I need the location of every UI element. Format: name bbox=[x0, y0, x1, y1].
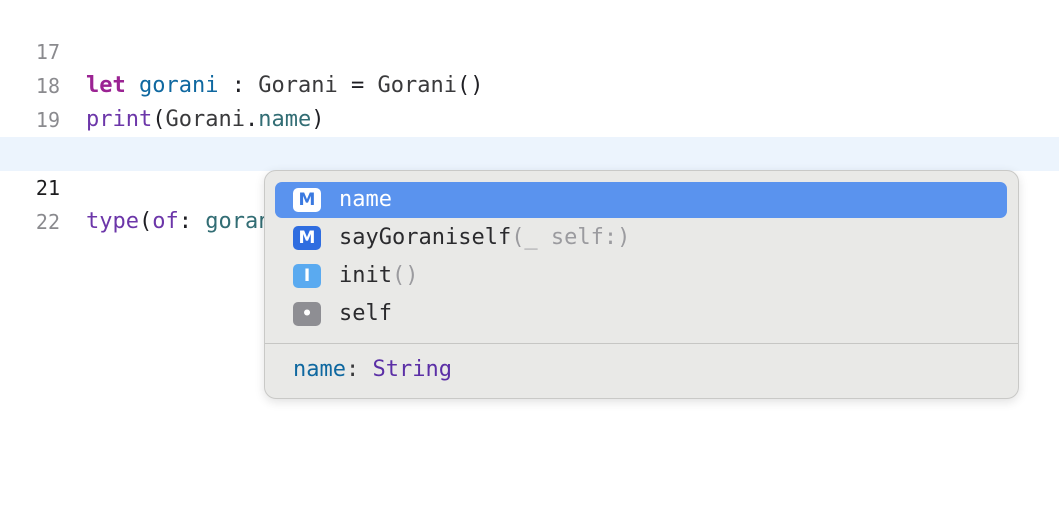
suggestion-list[interactable]: M name M sayGoraniself(_ self:) I init()… bbox=[265, 171, 1018, 343]
method-badge-icon: M bbox=[293, 226, 321, 250]
code-line-20[interactable]: 20 bbox=[0, 103, 1059, 166]
suggestion-item-name[interactable]: M name bbox=[275, 182, 1007, 218]
token: ( bbox=[138, 209, 153, 234]
code-line-19[interactable]: 19 print(type(of: gorani).name) bbox=[0, 69, 1059, 166]
token: : bbox=[178, 209, 206, 234]
suggestion-label: self bbox=[339, 296, 392, 332]
code-line-17[interactable]: 17 let gorani : Gorani = Gorani() bbox=[0, 1, 1059, 98]
suggestion-name: sayGoraniself bbox=[339, 225, 512, 250]
suggestion-label: init() bbox=[339, 258, 418, 294]
code-line-18[interactable]: 18 print(Gorani.name) bbox=[0, 35, 1059, 132]
suggestion-label: sayGoraniself(_ self:) bbox=[339, 220, 630, 256]
method-badge-icon: M bbox=[293, 188, 321, 212]
suggestion-name: name bbox=[339, 187, 392, 212]
initializer-badge-icon: I bbox=[293, 264, 321, 288]
suggestion-item-init[interactable]: I init() bbox=[275, 258, 1007, 294]
suggestion-name: init bbox=[339, 263, 392, 288]
suggestion-name: self bbox=[339, 301, 392, 326]
code-line-21-current[interactable]: 21 type(of: gorani). bbox=[0, 137, 1059, 234]
suggestion-label: name bbox=[339, 182, 392, 218]
detail-name: name bbox=[293, 357, 346, 382]
line-number: 22 bbox=[35, 210, 60, 234]
token: type bbox=[86, 209, 139, 234]
suggestion-detail: name: String bbox=[293, 351, 452, 389]
detail-type: String bbox=[372, 357, 452, 382]
autocomplete-popup[interactable]: M name M sayGoraniself(_ self:) I init()… bbox=[264, 170, 1019, 399]
suggestion-item-saygoraniself[interactable]: M sayGoraniself(_ self:) bbox=[275, 220, 1007, 256]
popup-divider bbox=[265, 343, 1018, 344]
suggestion-signature: (_ self:) bbox=[511, 225, 631, 250]
token: of bbox=[152, 209, 179, 234]
suggestion-item-self[interactable]: • self bbox=[275, 296, 1007, 332]
property-badge-icon: • bbox=[293, 302, 321, 326]
detail-colon: : bbox=[345, 357, 373, 382]
suggestion-signature: () bbox=[391, 263, 419, 288]
